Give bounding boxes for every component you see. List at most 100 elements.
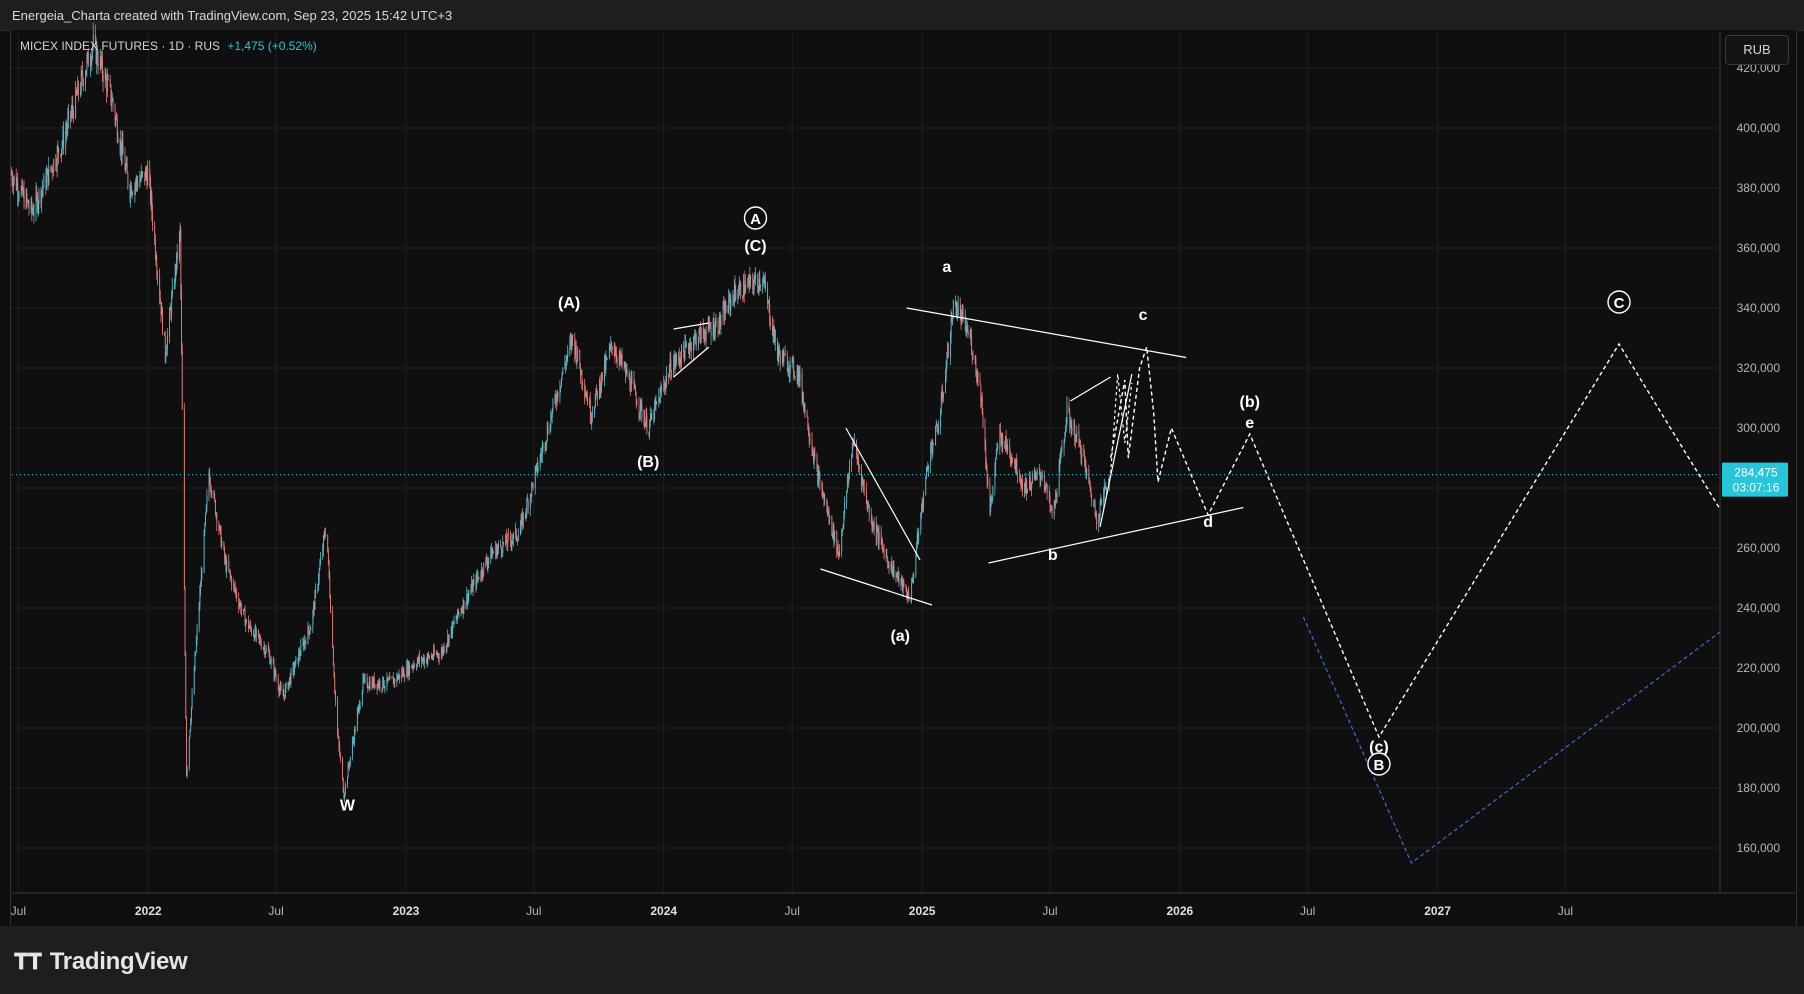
candle-body	[78, 82, 79, 94]
candle-body	[575, 345, 577, 362]
blue-projection-path	[1302, 616, 1721, 864]
candle-body	[537, 467, 539, 472]
candle-body	[285, 683, 287, 688]
candle-body	[606, 357, 608, 359]
candle-body	[206, 495, 208, 506]
candle-body	[194, 655, 196, 670]
candle-body	[498, 543, 500, 548]
candle-body	[349, 757, 351, 765]
candle-body	[46, 174, 48, 188]
candle-body	[478, 576, 480, 580]
price-chart[interactable]: W(A)(B)(C)A(a)abcde(b)(c)BC 160,000180,0…	[0, 0, 1804, 994]
candle-body	[794, 374, 795, 377]
candle-body	[109, 78, 111, 85]
candle-body	[567, 348, 569, 357]
candle-body	[770, 321, 771, 326]
price-tick-label: 200,000	[1737, 721, 1781, 735]
candle-body	[596, 388, 598, 391]
time-tick-label: Jul	[526, 904, 541, 918]
candle-body	[705, 331, 707, 341]
candle-body	[83, 79, 84, 86]
candle-body	[757, 279, 759, 287]
candle-body	[429, 655, 430, 659]
candle-body	[948, 344, 949, 357]
candlestick-series	[10, 22, 1720, 803]
candle-body	[814, 453, 816, 456]
price-tick-label: 240,000	[1737, 601, 1781, 615]
candle-body	[53, 159, 55, 172]
candle-body	[935, 425, 937, 445]
time-tick-label: 2022	[135, 904, 162, 918]
candle-body	[636, 403, 638, 406]
candle-body	[184, 588, 186, 654]
candle-body	[157, 273, 159, 276]
candle-body	[493, 552, 495, 554]
candle-body	[955, 300, 956, 302]
candle-body	[859, 466, 860, 470]
candle-body	[169, 310, 171, 335]
candle-body	[308, 626, 310, 631]
last-price-value: 284,475	[1734, 466, 1778, 480]
candle-body	[784, 353, 786, 356]
candle-body	[868, 504, 870, 515]
candle-body	[126, 163, 128, 174]
candle-body	[334, 677, 336, 692]
candle-body	[85, 74, 86, 86]
candle-body	[893, 565, 895, 578]
candle-body	[260, 644, 262, 649]
candle-body	[873, 522, 875, 529]
candle-body	[977, 371, 979, 380]
projection-wave-path	[1110, 342, 1721, 739]
candle-body	[305, 641, 307, 645]
candle-body	[328, 551, 329, 560]
candle-body	[33, 212, 35, 215]
candle-body	[181, 291, 183, 349]
symbol-legend[interactable]: MICEX INDEX FUTURES · 1D · RUS +1,475 (+…	[20, 39, 317, 53]
wave-label: e	[1245, 415, 1254, 432]
candle-body	[1007, 445, 1009, 452]
candle-body	[809, 439, 811, 441]
logo-text: TradingView	[49, 948, 188, 975]
candle-body	[641, 404, 643, 418]
candle-body	[167, 334, 168, 350]
candle-body	[957, 305, 959, 316]
candle-body	[982, 413, 984, 427]
candle-body	[200, 586, 202, 592]
currency-button[interactable]: RUB	[1725, 35, 1789, 65]
candle-body	[722, 308, 724, 321]
tradingview-logo[interactable]: 𝐓𝐓 TradingView	[14, 948, 188, 976]
candle-body	[876, 531, 878, 539]
wave-label: B	[1374, 757, 1385, 774]
candle-body	[28, 206, 30, 209]
wave-label: A	[750, 211, 761, 228]
candle-body	[755, 274, 757, 280]
candle-body	[717, 320, 719, 332]
candle-body	[676, 354, 677, 361]
candle-body	[938, 427, 939, 433]
candle-body	[379, 681, 381, 688]
candle-body	[997, 446, 999, 449]
candle-body	[1101, 498, 1103, 504]
candle-body	[1032, 475, 1033, 484]
candle-body	[651, 413, 653, 420]
candle-body	[918, 530, 920, 542]
candle-body	[226, 560, 228, 571]
wave-label: (a)	[890, 628, 910, 645]
wave-label: (b)	[1240, 394, 1260, 411]
candle-body	[686, 344, 687, 346]
candle-body	[73, 110, 74, 118]
candle-body	[547, 427, 549, 434]
candle-body	[730, 298, 732, 308]
candle-body	[184, 409, 185, 589]
wave-label: C	[1614, 295, 1625, 312]
candle-body	[181, 348, 183, 410]
candle-body	[587, 396, 589, 405]
candle-body	[834, 531, 836, 543]
candle-body	[318, 569, 320, 580]
candle-body	[1071, 427, 1073, 432]
candle-body	[171, 296, 173, 315]
candle-body	[127, 173, 129, 187]
candle-body	[842, 529, 843, 532]
candle-body	[1086, 469, 1088, 476]
candle-body	[527, 501, 529, 509]
